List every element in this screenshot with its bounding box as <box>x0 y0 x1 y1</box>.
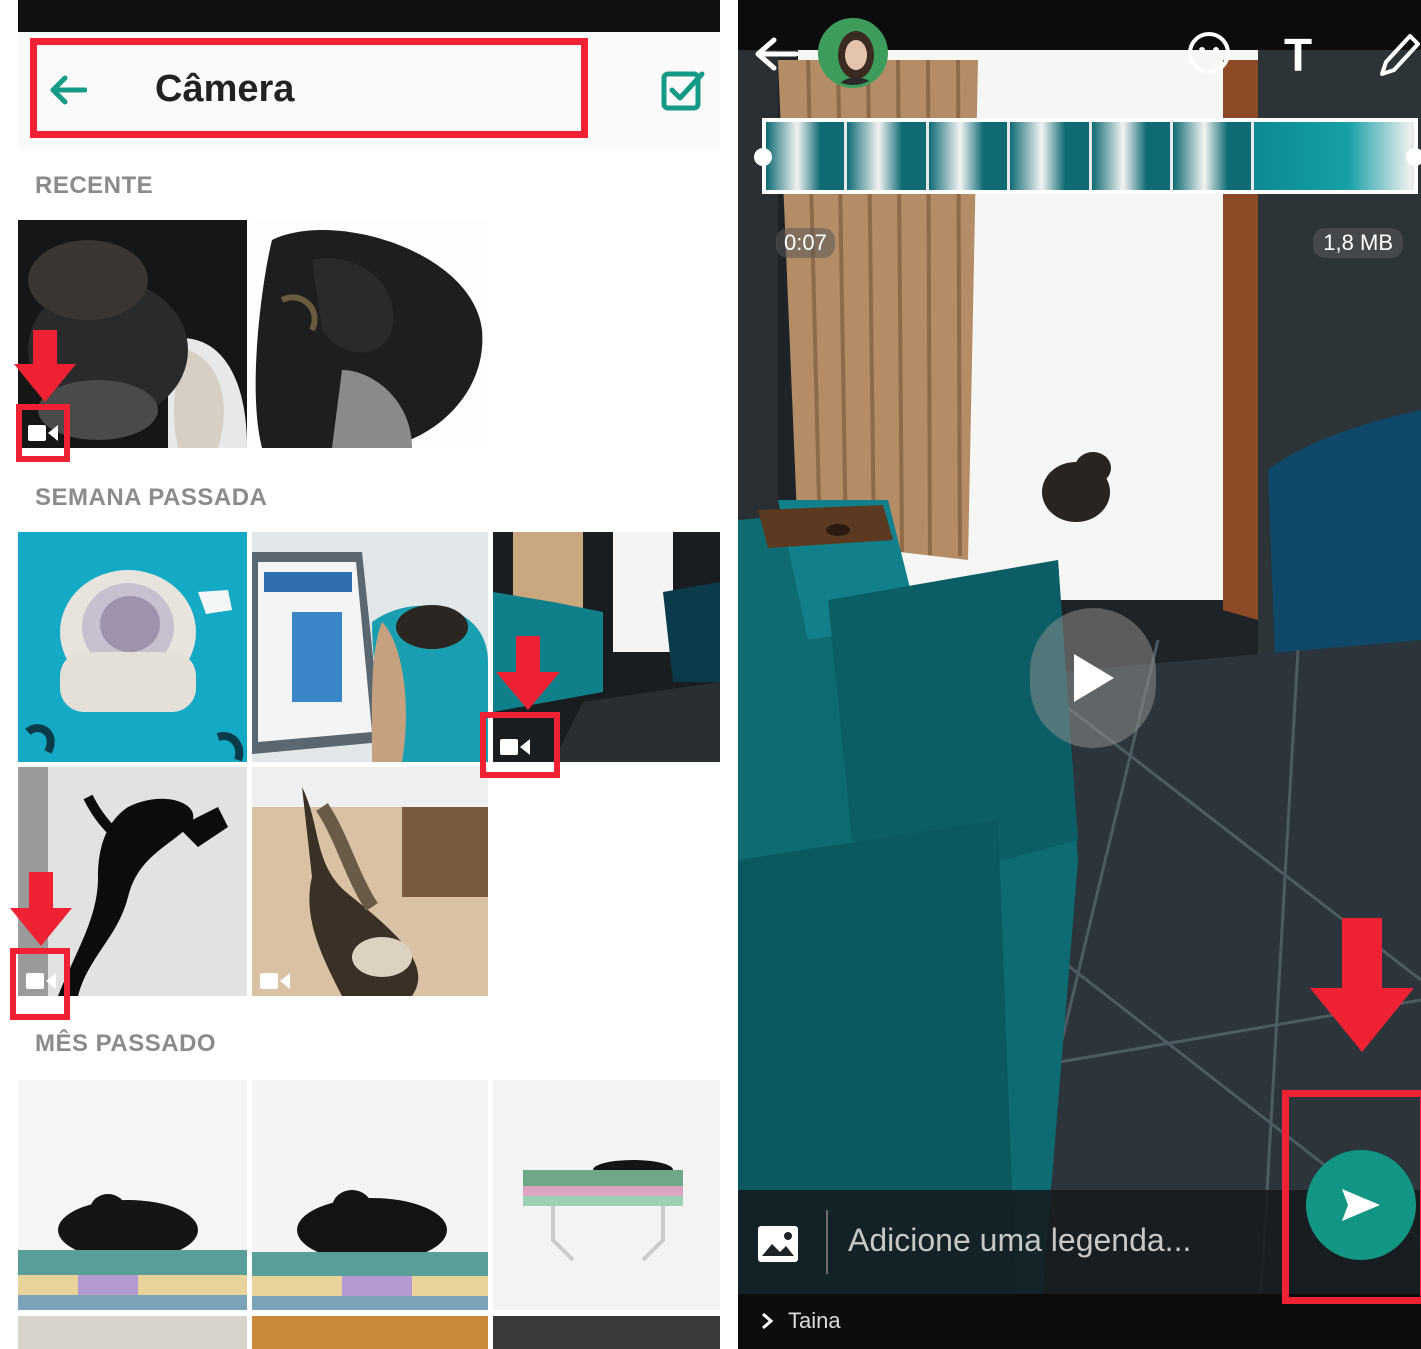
cat-on-shelf-photo <box>252 1080 488 1310</box>
media-thumb[interactable] <box>252 1316 488 1349</box>
section-label-recent: RECENTE <box>35 172 154 199</box>
media-thumb[interactable] <box>252 1080 488 1310</box>
media-thumb[interactable] <box>252 532 488 762</box>
media-thumb[interactable] <box>252 220 488 448</box>
checkbox-icon <box>661 71 705 111</box>
trim-handle-right[interactable] <box>1406 148 1421 166</box>
video-icon-highlight-box <box>16 404 70 462</box>
cat-tail-photo <box>252 767 488 996</box>
timeline-frame <box>1010 122 1092 190</box>
section-label-last-month: MÊS PASSADO <box>35 1030 217 1057</box>
screenshot-root: Câmera RECENTE SEMANA PASSADA MÊS PASSAD… <box>0 0 1421 1349</box>
confirm-button[interactable] <box>660 68 706 114</box>
media-thumb[interactable] <box>18 1316 247 1349</box>
title-highlight-box <box>30 38 588 138</box>
timeline-frame <box>1172 122 1255 190</box>
video-editor-panel: T 0:07 1,8 MB Adicione uma legenda... Ta… <box>738 0 1421 1349</box>
media-thumb-video[interactable] <box>252 767 488 996</box>
file-size: 1,8 MB <box>1313 228 1403 258</box>
laptop-cat-photo <box>252 532 488 762</box>
video-icon-highlight-box <box>480 712 560 778</box>
pencil-icon[interactable] <box>1374 30 1420 80</box>
play-button[interactable] <box>1030 608 1156 748</box>
media-thumb[interactable] <box>493 1316 720 1349</box>
status-bar <box>18 0 720 32</box>
video-trim-timeline[interactable] <box>762 118 1418 194</box>
media-thumb[interactable] <box>493 1080 720 1310</box>
caption-divider <box>826 1210 828 1274</box>
gallery-panel: Câmera RECENTE SEMANA PASSADA MÊS PASSAD… <box>0 0 730 1349</box>
caption-input[interactable]: Adicione uma legenda... <box>848 1222 1191 1259</box>
send-highlight-box <box>1282 1090 1421 1304</box>
image-icon[interactable] <box>756 1224 800 1264</box>
emoji-icon[interactable] <box>1186 30 1232 76</box>
section-label-last-week: SEMANA PASSADA <box>35 484 268 511</box>
video-duration: 0:07 <box>776 228 835 258</box>
cat-photo <box>252 220 488 448</box>
down-arrow-icon <box>1310 918 1414 1052</box>
timeline-frame <box>1091 122 1173 190</box>
recipient-name: Taina <box>788 1308 841 1333</box>
shelf-photo <box>493 1080 720 1310</box>
down-arrow-icon <box>496 636 560 710</box>
trim-handle-left[interactable] <box>754 148 772 166</box>
media-thumb[interactable] <box>18 532 247 762</box>
text-icon[interactable]: T <box>1284 28 1312 82</box>
video-camera-icon <box>260 972 290 990</box>
avatar[interactable] <box>818 18 888 88</box>
timeline-frame <box>847 122 929 190</box>
down-arrow-icon <box>14 330 76 402</box>
media-thumb[interactable] <box>18 1080 247 1310</box>
back-arrow-icon[interactable] <box>752 34 800 74</box>
timeline-frame <box>928 122 1011 190</box>
cat-on-shelf-photo <box>18 1080 247 1310</box>
chevron-right-icon <box>762 1312 774 1330</box>
timeline-frame <box>766 122 848 190</box>
video-icon-highlight-box <box>10 948 70 1020</box>
play-icon <box>1074 654 1114 702</box>
timeline-frame <box>1254 122 1414 190</box>
geode-photo <box>18 532 247 762</box>
down-arrow-icon <box>10 872 72 946</box>
